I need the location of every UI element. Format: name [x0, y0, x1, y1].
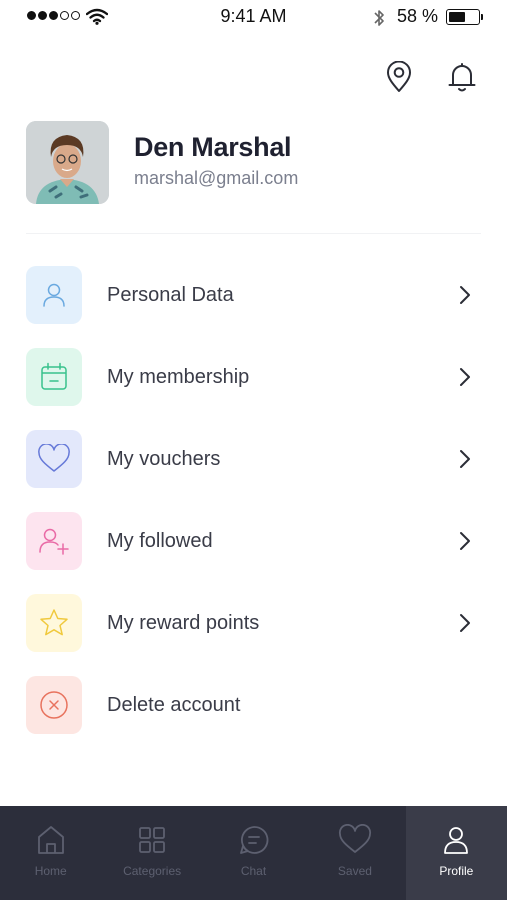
tab-profile[interactable]: Profile: [405, 806, 507, 900]
menu-label: My membership: [107, 365, 250, 388]
menu-label: My followed: [107, 529, 213, 552]
tab-home[interactable]: Home: [0, 806, 101, 900]
notifications-button[interactable]: [446, 60, 478, 94]
calendar-icon: [41, 362, 67, 390]
menu-label: My reward points: [107, 611, 260, 634]
tab-label: Profile: [439, 864, 474, 878]
tab-label: Home: [34, 864, 67, 878]
battery-percent: 58 %: [397, 6, 439, 26]
profile-name: Den Marshal: [134, 132, 292, 162]
chevron-right-icon: [455, 447, 475, 471]
status-bar: 9:41 AM 58 %: [0, 0, 507, 34]
menu-item-membership[interactable]: My membership: [26, 348, 481, 406]
chevron-right-icon: [455, 283, 475, 307]
tab-chat[interactable]: Chat: [203, 806, 304, 900]
close-circle-icon: [40, 691, 68, 719]
tab-bar: Home Categories Chat Saved Profile: [0, 806, 507, 900]
tab-saved[interactable]: Saved: [304, 806, 405, 900]
heart-icon: [38, 444, 70, 472]
battery-icon: [446, 9, 480, 25]
user-icon: [444, 827, 469, 854]
menu-icon-bg: [26, 676, 82, 734]
menu-item-personal-data[interactable]: Personal Data: [26, 266, 481, 324]
menu-label: My vouchers: [107, 447, 221, 470]
menu-label: Personal Data: [107, 283, 234, 306]
avatar[interactable]: [26, 121, 109, 204]
tab-label: Chat: [240, 864, 267, 878]
user-icon: [43, 283, 65, 307]
location-pin-icon: [387, 61, 411, 92]
home-icon: [37, 826, 64, 854]
profile-email: marshal@gmail.com: [134, 168, 299, 188]
menu-icon-bg: [26, 512, 82, 570]
chevron-right-icon: [455, 365, 475, 389]
heart-icon: [338, 824, 371, 853]
tab-label: Categories: [123, 864, 182, 878]
star-icon: [40, 609, 68, 636]
chevron-right-icon: [455, 529, 475, 553]
chat-icon: [239, 826, 268, 854]
menu-item-delete-account[interactable]: Delete account: [26, 676, 481, 734]
avatar-photo: [26, 121, 109, 204]
battery-cap: [481, 14, 483, 20]
menu-item-reward-points[interactable]: My reward points: [26, 594, 481, 652]
tab-categories[interactable]: Categories: [101, 806, 202, 900]
menu-item-vouchers[interactable]: My vouchers: [26, 430, 481, 488]
tab-label: Saved: [337, 864, 372, 878]
menu-icon-bg: [26, 430, 82, 488]
chevron-right-icon: [455, 611, 475, 635]
menu-icon-bg: [26, 266, 82, 324]
menu-icon-bg: [26, 348, 82, 406]
location-button[interactable]: [383, 60, 415, 94]
menu-item-followed[interactable]: My followed: [26, 512, 481, 570]
user-plus-icon: [39, 528, 69, 555]
grid-icon: [139, 827, 166, 853]
menu-label: Delete account: [107, 693, 241, 716]
bell-icon: [448, 63, 476, 92]
menu-icon-bg: [26, 594, 82, 652]
bluetooth-icon: [372, 8, 386, 33]
divider: [26, 233, 481, 234]
